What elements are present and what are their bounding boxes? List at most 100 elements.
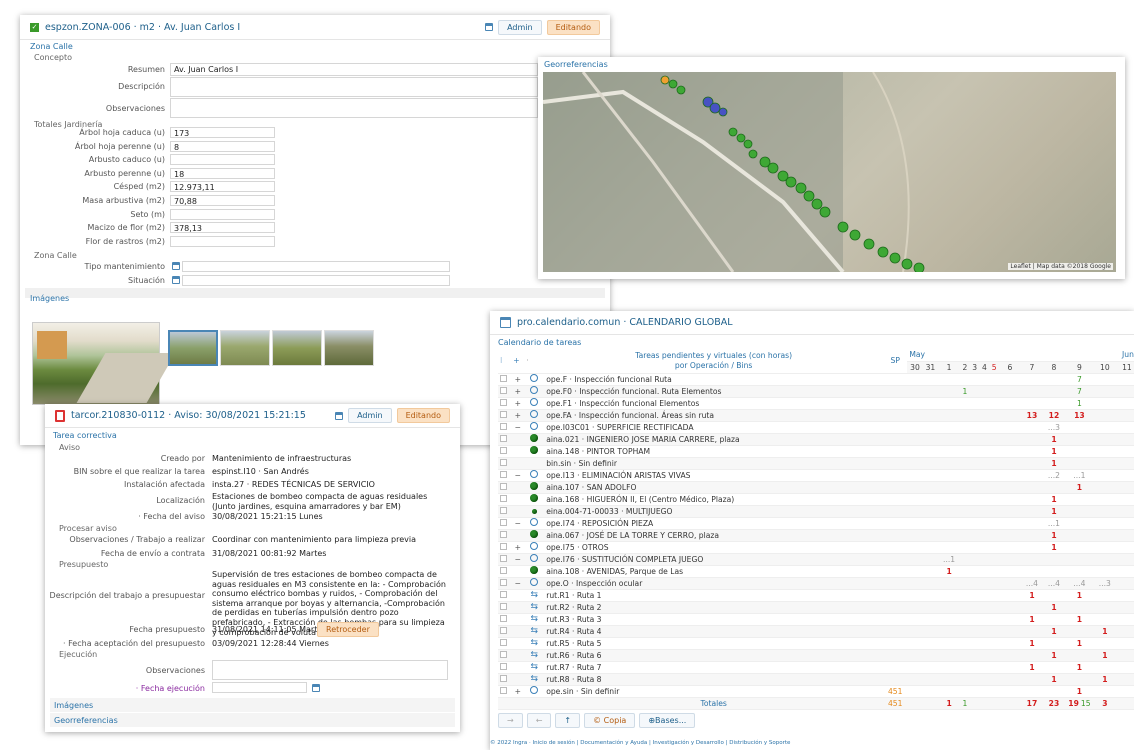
fejec-input[interactable] xyxy=(212,682,307,693)
day-cell[interactable]: 1 xyxy=(1042,505,1065,518)
first-page-button[interactable]: → xyxy=(498,713,523,728)
checkbox[interactable] xyxy=(500,434,507,442)
calendar-row[interactable]: aina.021 · INGENIERO JOSE MARIA CARRERE,… xyxy=(498,433,1134,446)
checkbox[interactable] xyxy=(500,590,507,598)
day-cell[interactable] xyxy=(1115,493,1134,506)
day-cell[interactable] xyxy=(922,397,939,410)
calendar-row[interactable]: aina.108 · AVENIDAS, Parque de Las 1 xyxy=(498,565,1134,578)
day-cell[interactable]: ...3 xyxy=(1093,577,1116,590)
day-cell[interactable] xyxy=(922,493,939,506)
totals-cell[interactable]: 23 xyxy=(1042,697,1065,710)
day-cell[interactable] xyxy=(1093,409,1116,422)
day-cell[interactable] xyxy=(969,625,980,638)
day-cell[interactable] xyxy=(1042,481,1065,494)
day-cell[interactable] xyxy=(998,649,1021,662)
task-label[interactable]: rut.R6 · Ruta 6 xyxy=(544,649,884,662)
day-cell[interactable] xyxy=(989,517,999,530)
day-cell[interactable] xyxy=(960,541,970,554)
checkbox[interactable] xyxy=(500,674,507,682)
row-checkbox[interactable] xyxy=(498,409,512,422)
jardineria-field-input[interactable]: 18 xyxy=(170,167,275,179)
calendar-row[interactable]: + ope.FA · Inspección funcional. Áreas si… xyxy=(498,409,1134,422)
task-label[interactable]: bin.sin · Sin definir xyxy=(544,457,884,470)
imagenes-section[interactable]: Imágenes xyxy=(30,294,69,303)
day-cell[interactable] xyxy=(1115,409,1134,422)
row-toggle[interactable] xyxy=(511,505,525,518)
day-cell[interactable] xyxy=(998,661,1021,674)
row-toggle[interactable] xyxy=(511,565,525,578)
day-cell[interactable] xyxy=(922,673,939,686)
day-cell[interactable] xyxy=(922,553,939,566)
totals-cell[interactable] xyxy=(1115,697,1134,710)
day-cell[interactable] xyxy=(1115,673,1134,686)
day-cell[interactable] xyxy=(960,373,970,386)
day-cell[interactable] xyxy=(969,397,980,410)
day-cell[interactable] xyxy=(1020,397,1043,410)
calendar-row[interactable]: aina.107 · SAN ADOLFO 1 xyxy=(498,481,1134,494)
day-cell[interactable] xyxy=(969,637,980,650)
row-toggle[interactable]: + xyxy=(511,541,525,554)
day-cell[interactable] xyxy=(1115,589,1134,602)
row-toggle[interactable]: − xyxy=(511,577,525,590)
day-cell[interactable]: 1 xyxy=(1064,685,1094,698)
checkbox[interactable] xyxy=(500,386,507,394)
day-cell[interactable] xyxy=(1064,565,1094,578)
day-cell[interactable]: 1 xyxy=(1042,445,1065,458)
task-label[interactable]: ope.F0 · Inspección funcional. Ruta Elem… xyxy=(544,385,884,398)
calendar-row[interactable]: bin.sin · Sin definir 1 xyxy=(498,457,1134,470)
day-cell[interactable] xyxy=(938,577,961,590)
day-cell[interactable]: 1 xyxy=(1042,625,1065,638)
day-cell[interactable] xyxy=(1042,385,1065,398)
day-cell[interactable] xyxy=(1093,517,1116,530)
tipo-lookup-icon[interactable] xyxy=(172,262,180,270)
day-cell[interactable] xyxy=(938,517,961,530)
day-cell[interactable] xyxy=(969,373,980,386)
day-cell[interactable] xyxy=(1064,433,1094,446)
row-toggle[interactable] xyxy=(511,493,525,506)
checkbox[interactable] xyxy=(500,410,507,418)
day-cell[interactable] xyxy=(907,529,923,542)
calendar-row[interactable]: − ope.I03C01 · SUPERFICIE RECTIFICADA ...3 xyxy=(498,421,1134,434)
day-cell[interactable] xyxy=(969,661,980,674)
footer-links[interactable]: © 2022 Ingra · Inicio de sesión | Docume… xyxy=(490,740,790,746)
day-cell[interactable] xyxy=(998,625,1021,638)
day-cell[interactable] xyxy=(922,517,939,530)
day-cell[interactable] xyxy=(938,421,961,434)
day-cell[interactable] xyxy=(922,529,939,542)
day-cell[interactable] xyxy=(938,529,961,542)
task-label[interactable]: ope.F1 · Inspección funcional Elementos xyxy=(544,397,884,410)
checkbox[interactable] xyxy=(500,626,507,634)
day-cell[interactable] xyxy=(979,457,990,470)
day-cell[interactable] xyxy=(998,397,1021,410)
day-cell[interactable] xyxy=(969,601,980,614)
day-cell[interactable]: 1 xyxy=(1020,637,1043,650)
task-label[interactable]: ope.I03C01 · SUPERFICIE RECTIFICADA xyxy=(544,421,884,434)
day-cell[interactable] xyxy=(1115,373,1134,386)
day-cell[interactable] xyxy=(960,673,970,686)
day-cell[interactable] xyxy=(1042,373,1065,386)
row-checkbox[interactable] xyxy=(498,541,512,554)
day-cell[interactable] xyxy=(1020,469,1043,482)
row-toggle[interactable]: + xyxy=(511,409,525,422)
date-picker-icon[interactable] xyxy=(312,684,320,692)
day-cell[interactable] xyxy=(1020,529,1043,542)
checkbox[interactable] xyxy=(500,662,507,670)
day-cell[interactable] xyxy=(907,517,923,530)
day-cell[interactable] xyxy=(960,421,970,434)
day-cell[interactable] xyxy=(989,457,999,470)
row-toggle[interactable]: + xyxy=(511,685,525,698)
day-cell[interactable] xyxy=(1020,505,1043,518)
day-cell[interactable] xyxy=(1020,445,1043,458)
jardineria-field-input[interactable]: 8 xyxy=(170,140,275,152)
task-label[interactable]: aina.021 · INGENIERO JOSE MARIA CARRERE,… xyxy=(544,433,884,446)
day-cell[interactable] xyxy=(907,505,923,518)
day-cell[interactable]: 1 xyxy=(1020,661,1043,674)
day-cell[interactable]: 13 xyxy=(1064,409,1094,422)
day-cell[interactable] xyxy=(989,445,999,458)
row-toggle[interactable] xyxy=(511,445,525,458)
task-label[interactable]: rut.R5 · Ruta 5 xyxy=(544,637,884,650)
day-cell[interactable]: 1 xyxy=(1064,661,1094,674)
checkbox[interactable] xyxy=(500,554,507,562)
day-cell[interactable] xyxy=(989,421,999,434)
situacion-input[interactable] xyxy=(182,275,450,286)
